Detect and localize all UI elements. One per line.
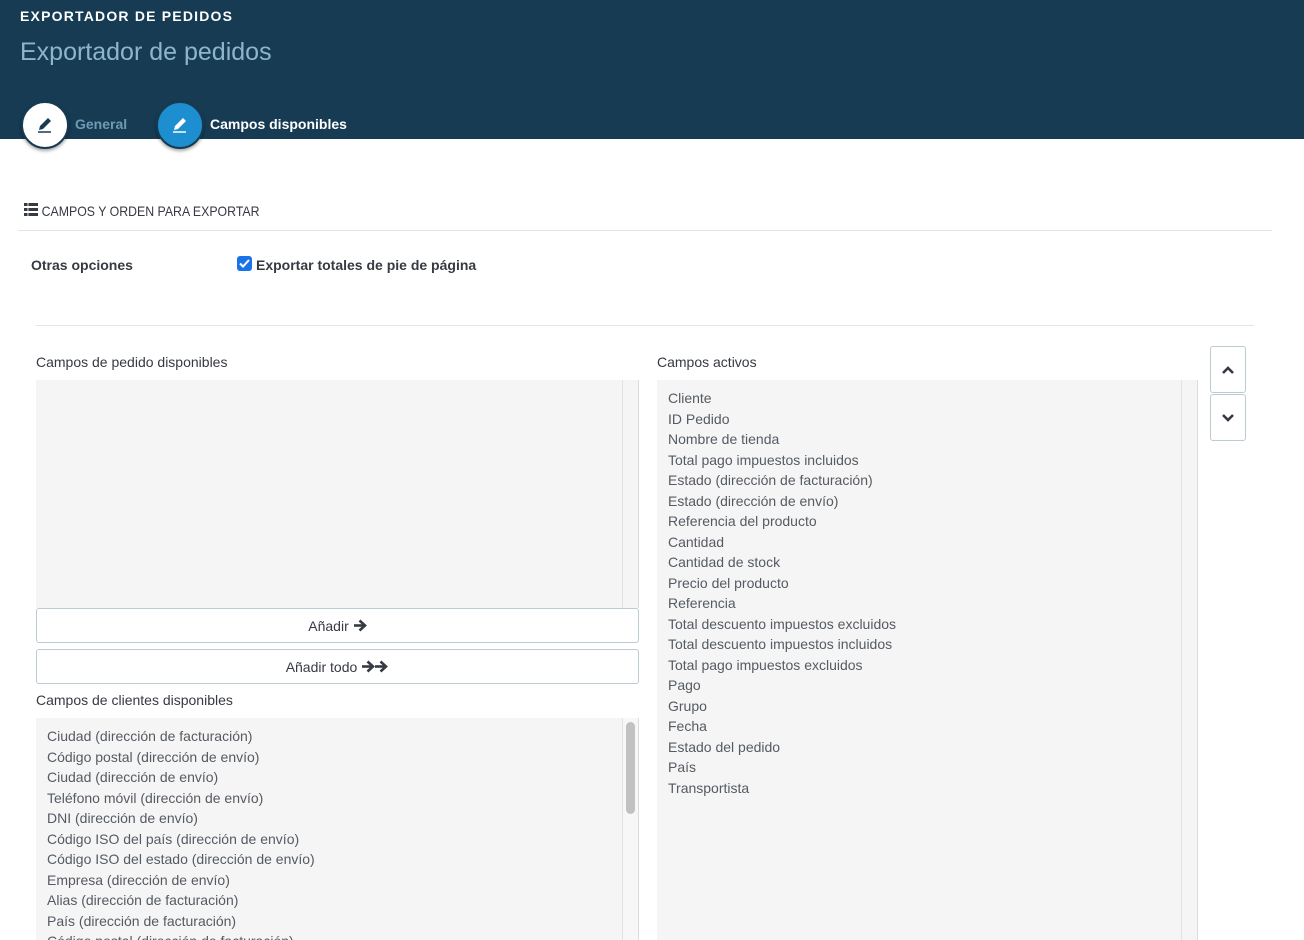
- add-button-label: Añadir: [308, 617, 349, 634]
- check-icon: [239, 259, 250, 268]
- list-item[interactable]: Fecha: [668, 716, 1197, 737]
- list-item[interactable]: Referencia del producto: [668, 511, 1197, 532]
- move-down-button[interactable]: [1210, 394, 1246, 441]
- scrollbar-thumb[interactable]: [626, 722, 635, 814]
- page-title: Exportador de pedidos: [20, 38, 272, 66]
- scrollbar[interactable]: [622, 380, 638, 608]
- list-item[interactable]: Cantidad: [668, 532, 1197, 553]
- divider: [36, 325, 1254, 326]
- tab-label: General: [75, 116, 128, 132]
- section-title: CAMPOS Y ORDEN PARA EXPORTAR: [24, 203, 260, 219]
- list-item[interactable]: Código ISO del país (dirección de envío): [47, 829, 638, 850]
- list-item[interactable]: Pago: [668, 675, 1197, 696]
- available-customer-fields-list[interactable]: Ciudad (dirección de facturación) Código …: [36, 718, 639, 940]
- list-item[interactable]: Ciudad (dirección de facturación): [47, 726, 638, 747]
- list-item[interactable]: Alias (dirección de facturación): [47, 890, 638, 911]
- list-item[interactable]: País: [668, 757, 1197, 778]
- list-item[interactable]: Transportista: [668, 778, 1197, 799]
- list-item[interactable]: Código ISO del estado (dirección de enví…: [47, 849, 638, 870]
- active-fields-title: Campos activos: [657, 354, 757, 370]
- list-item[interactable]: Nombre de tienda: [668, 429, 1197, 450]
- add-button[interactable]: Añadir: [36, 608, 639, 643]
- list-item[interactable]: Código postal (dirección de envío): [47, 747, 638, 768]
- pencil-icon: [156, 101, 204, 149]
- list-item[interactable]: Cliente: [668, 388, 1197, 409]
- list-item[interactable]: Estado (dirección de facturación): [668, 470, 1197, 491]
- other-options-label: Otras opciones: [31, 257, 133, 273]
- list-item[interactable]: Total descuento impuestos excluidos: [668, 614, 1197, 635]
- breadcrumb: EXPORTADOR DE PEDIDOS: [20, 8, 234, 24]
- list-item[interactable]: Ciudad (dirección de envío): [47, 767, 638, 788]
- arrow-right-icon: [353, 619, 367, 632]
- divider: [18, 230, 1272, 231]
- list-item[interactable]: Grupo: [668, 696, 1197, 717]
- list-item[interactable]: Total pago impuestos excluidos: [668, 655, 1197, 676]
- chevron-up-icon: [1222, 365, 1234, 374]
- list-item[interactable]: Cantidad de stock: [668, 552, 1197, 573]
- list-item[interactable]: Precio del producto: [668, 573, 1197, 594]
- pencil-icon: [21, 101, 69, 149]
- tab-campos-disponibles[interactable]: Campos disponibles: [156, 101, 347, 149]
- list-item[interactable]: Estado del pedido: [668, 737, 1197, 758]
- list-item[interactable]: Total pago impuestos incluidos: [668, 450, 1197, 471]
- chevron-down-icon: [1222, 413, 1234, 422]
- list-icon: [24, 203, 39, 219]
- scrollbar[interactable]: [622, 718, 638, 940]
- export-footer-totals-label[interactable]: Exportar totales de pie de página: [256, 257, 476, 273]
- list-item[interactable]: Código postal (dirección de facturación): [47, 931, 638, 940]
- list-item[interactable]: Estado (dirección de envío): [668, 491, 1197, 512]
- list-item[interactable]: DNI (dirección de envío): [47, 808, 638, 829]
- double-arrow-right-icon: [361, 660, 389, 673]
- available-customer-fields-title: Campos de clientes disponibles: [36, 692, 233, 708]
- active-fields-list[interactable]: Cliente ID Pedido Nombre de tienda Total pa…: [657, 380, 1198, 940]
- add-all-button-label: Añadir todo: [285, 658, 358, 675]
- add-all-button[interactable]: Añadir todo: [36, 649, 639, 684]
- list-item[interactable]: Referencia: [668, 593, 1197, 614]
- page-header: EXPORTADOR DE PEDIDOS Exportador de pedi…: [0, 0, 1304, 149]
- list-item[interactable]: Empresa (dirección de envío): [47, 870, 638, 891]
- available-order-fields-title: Campos de pedido disponibles: [36, 354, 228, 370]
- available-order-fields-list[interactable]: [36, 380, 639, 608]
- move-up-button[interactable]: [1210, 346, 1246, 393]
- list-item[interactable]: ID Pedido: [668, 409, 1197, 430]
- list-item[interactable]: País (dirección de facturación): [47, 911, 638, 932]
- list-item[interactable]: Teléfono móvil (dirección de envío): [47, 788, 638, 809]
- list-item[interactable]: Total descuento impuestos incluidos: [668, 634, 1197, 655]
- scrollbar[interactable]: [1181, 380, 1197, 940]
- tab-label: Campos disponibles: [210, 116, 347, 132]
- tab-general[interactable]: General: [21, 101, 127, 149]
- section-title-text: CAMPOS Y ORDEN PARA EXPORTAR: [41, 203, 260, 219]
- export-footer-totals-checkbox[interactable]: [237, 256, 252, 271]
